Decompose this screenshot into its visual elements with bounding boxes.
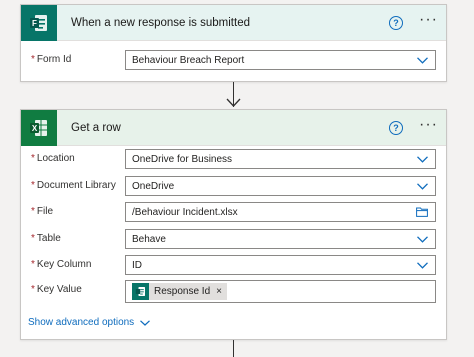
key-column-dropdown[interactable]: ID bbox=[125, 255, 436, 275]
required-marker: * bbox=[31, 153, 35, 164]
key-value-row: * Key Value Response Id × bbox=[21, 280, 446, 306]
required-marker: * bbox=[31, 284, 35, 295]
more-options-icon[interactable]: ··· bbox=[419, 116, 438, 136]
file-label: * File bbox=[31, 206, 54, 217]
chevron-down-icon[interactable] bbox=[409, 256, 435, 274]
folder-icon[interactable] bbox=[409, 203, 435, 221]
trigger-header[interactable]: F When a new response is submitted ? ··· bbox=[21, 4, 446, 41]
advanced-options-label: Show advanced options bbox=[28, 317, 135, 328]
key-value-label: * Key Value bbox=[31, 284, 82, 295]
chevron-down-icon[interactable] bbox=[409, 51, 435, 69]
table-dropdown[interactable]: Behave bbox=[125, 229, 436, 249]
chevron-down-icon[interactable] bbox=[409, 150, 435, 168]
location-row: * Location OneDrive for Business bbox=[21, 149, 446, 175]
location-label: * Location bbox=[31, 153, 75, 164]
form-id-label: * Form Id bbox=[31, 54, 72, 65]
document-library-dropdown[interactable]: OneDrive bbox=[125, 176, 436, 196]
key-value-input[interactable]: Response Id × bbox=[125, 280, 436, 303]
form-id-value: Behaviour Breach Report bbox=[132, 54, 245, 66]
key-column-row: * Key Column ID bbox=[21, 255, 446, 281]
excel-icon: X bbox=[21, 109, 57, 146]
forms-icon: F bbox=[21, 4, 57, 41]
table-label: * Table bbox=[31, 233, 61, 244]
close-icon[interactable]: × bbox=[216, 286, 222, 297]
action-card: X Get a row ? ··· * Location OneDrive for… bbox=[20, 109, 447, 340]
trigger-title: When a new response is submitted bbox=[71, 16, 250, 29]
location-dropdown[interactable]: OneDrive for Business bbox=[125, 149, 436, 169]
key-column-label: * Key Column bbox=[31, 259, 92, 270]
dynamic-content-token[interactable]: Response Id × bbox=[132, 283, 227, 300]
file-row: * File /Behaviour Incident.xlsx bbox=[21, 202, 446, 228]
more-options-icon[interactable]: ··· bbox=[419, 11, 438, 31]
file-value: /Behaviour Incident.xlsx bbox=[132, 206, 238, 218]
form-id-row: * Form Id Behaviour Breach Report bbox=[21, 50, 446, 76]
arrow-down-icon bbox=[226, 98, 241, 107]
forms-icon bbox=[132, 283, 149, 300]
document-library-value: OneDrive bbox=[132, 180, 175, 192]
document-library-row: * Document Library OneDrive bbox=[21, 176, 446, 202]
document-library-label: * Document Library bbox=[31, 180, 116, 191]
required-marker: * bbox=[31, 54, 35, 65]
required-marker: * bbox=[31, 259, 35, 270]
token-label: Response Id bbox=[154, 286, 211, 297]
chevron-down-icon[interactable] bbox=[409, 230, 435, 248]
required-marker: * bbox=[31, 233, 35, 244]
chevron-down-icon bbox=[140, 319, 151, 326]
table-value: Behave bbox=[132, 233, 166, 245]
table-row: * Table Behave bbox=[21, 229, 446, 255]
required-marker: * bbox=[31, 206, 35, 217]
form-id-dropdown[interactable]: Behaviour Breach Report bbox=[125, 50, 436, 70]
action-title: Get a row bbox=[71, 121, 121, 134]
file-picker[interactable]: /Behaviour Incident.xlsx bbox=[125, 202, 436, 222]
svg-text:F: F bbox=[32, 19, 37, 28]
location-value: OneDrive for Business bbox=[132, 153, 233, 165]
svg-text:X: X bbox=[32, 124, 38, 133]
help-icon[interactable]: ? bbox=[389, 15, 404, 30]
required-marker: * bbox=[31, 180, 35, 191]
flow-connector bbox=[233, 340, 234, 357]
chevron-down-icon[interactable] bbox=[409, 177, 435, 195]
trigger-card: F When a new response is submitted ? ···… bbox=[20, 4, 447, 82]
key-column-value: ID bbox=[132, 259, 142, 271]
action-header[interactable]: X Get a row ? ··· bbox=[21, 109, 446, 146]
show-advanced-options-link[interactable]: Show advanced options bbox=[28, 317, 151, 328]
help-icon[interactable]: ? bbox=[389, 120, 404, 135]
